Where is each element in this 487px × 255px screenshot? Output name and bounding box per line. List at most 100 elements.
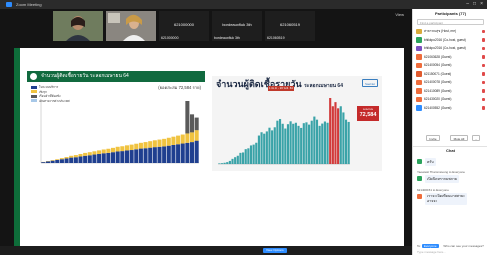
participant-row[interactable]: สาธารณสุข (Host, me)	[413, 27, 487, 36]
bar	[278, 119, 282, 164]
avatar	[416, 62, 422, 68]
bar	[190, 132, 195, 143]
participant-row[interactable]: 621150071 (Guest)	[413, 70, 487, 79]
bar	[239, 152, 242, 164]
chart2-plot	[218, 98, 350, 165]
bar	[228, 160, 231, 164]
bar	[321, 123, 324, 164]
invite-button[interactable]: Invite	[426, 135, 440, 141]
bar	[148, 147, 153, 163]
participant-row[interactable]: 621400054 (Guest)	[413, 61, 487, 70]
bar	[297, 125, 300, 164]
bar	[194, 117, 199, 131]
bar	[284, 128, 287, 164]
participant-name: 621430020 (Guest)	[424, 97, 452, 101]
bar	[87, 152, 92, 156]
bar	[69, 155, 74, 158]
participant-row[interactable]: 621410089 (Guest)	[413, 87, 487, 96]
more-options-button[interactable]: ...	[472, 135, 480, 141]
bar	[265, 131, 268, 164]
bar	[101, 153, 106, 163]
participants-title: Participants (77)	[434, 11, 467, 16]
avatar	[416, 96, 422, 102]
bar	[73, 155, 78, 158]
bar	[157, 146, 162, 163]
participants-panel: Participants (77) Find a participant สาธ…	[412, 9, 487, 255]
bar	[185, 101, 190, 134]
bar	[115, 151, 120, 163]
bar	[50, 160, 55, 163]
close-icon[interactable]: ×	[480, 0, 483, 9]
maximize-icon[interactable]: □	[473, 0, 476, 9]
participant-name: 621400078 (Guest)	[424, 80, 452, 84]
bar	[300, 127, 303, 164]
participant-name: bhikkpo2016 (Co-host, guest)	[424, 37, 466, 42]
chat-input[interactable]: Type message here...	[417, 250, 484, 255]
avatar	[416, 54, 422, 60]
person-video-image	[106, 11, 156, 41]
participant-row[interactable]: 621430020 (Guest)	[413, 95, 487, 104]
bar	[92, 151, 97, 155]
avatar	[416, 28, 422, 34]
bar	[292, 123, 295, 164]
bar	[120, 151, 125, 163]
bar	[268, 127, 271, 164]
bar	[97, 150, 102, 154]
view-options-button[interactable]: View Options	[263, 248, 287, 253]
participant-row[interactable]: 621063628 (Guest)	[413, 53, 487, 62]
video-tile-4[interactable]: bordeauxfluk 3th bordeauxfluk 3th	[212, 11, 262, 41]
bar	[83, 152, 88, 156]
video-tile-3[interactable]: 621000000 621000000	[159, 11, 209, 41]
participant-row[interactable]: bhikkpo2016 (Co-host, guest)	[413, 44, 487, 53]
chat-recipient-select[interactable]: Everyone	[421, 244, 439, 248]
bar	[194, 140, 199, 163]
participant-row[interactable]: 621400552 (Guest)	[413, 104, 487, 113]
bar	[111, 147, 116, 153]
video-tile-label: 621000000	[173, 22, 195, 27]
bar	[242, 152, 245, 164]
meeting-toolbar: View Options	[0, 246, 412, 255]
bar	[55, 159, 60, 160]
bar	[129, 150, 134, 163]
bar	[171, 136, 176, 145]
bar	[190, 142, 195, 163]
participant-name: bhikkpo2016 (Co-host, guest)	[424, 46, 466, 50]
chart-stacked-daily-cases: จำนวนผู้ติดเชื้อรายวัน ระลอกเมษายน 64 (ย…	[27, 71, 205, 171]
view-button[interactable]: View	[395, 12, 404, 17]
bar	[120, 146, 125, 152]
video-tile-2[interactable]	[106, 11, 156, 41]
minimize-icon[interactable]: –	[466, 0, 469, 9]
bar	[111, 152, 116, 163]
bar	[337, 108, 340, 164]
bar	[138, 142, 143, 149]
chart-daily-cases: จำนวนผู้ติดเชื้อรายวัน ระลอกเมษายน 64 1 …	[212, 76, 382, 171]
participant-list: สาธารณสุข (Host, me) bhikkpo2016 (Co-host…	[413, 27, 487, 112]
participant-name: สาธารณสุข (Host, me)	[424, 29, 457, 33]
muted-mic-icon	[482, 55, 485, 59]
bar	[64, 157, 69, 159]
bar	[143, 142, 148, 149]
title-bar: Zoom Meeting – □ ×	[0, 0, 487, 9]
bar	[263, 133, 266, 164]
bar	[190, 114, 195, 133]
video-tile-1[interactable]	[53, 11, 103, 41]
bar	[255, 142, 258, 164]
participant-search-input[interactable]: Find a participant	[417, 19, 484, 25]
bar	[180, 143, 185, 163]
zoom-window: Zoom Meeting – □ × 621000000 621000000 b…	[0, 0, 487, 255]
mute-all-button[interactable]: Mute All	[450, 135, 468, 141]
bar	[247, 148, 250, 164]
chart2-total-value: 72,584	[359, 111, 377, 118]
chat-title: Chat	[413, 146, 487, 154]
participant-row[interactable]: bhikkpo2016 (Co-host, guest)	[413, 36, 487, 45]
bar	[124, 150, 129, 163]
bar	[273, 127, 276, 164]
bar	[326, 122, 329, 164]
video-tile-5[interactable]: 621060519 621060519	[265, 11, 315, 41]
bar	[310, 120, 313, 164]
bar	[315, 119, 319, 164]
bar	[318, 125, 321, 164]
video-tile-name: 621060519	[267, 36, 285, 40]
participant-row[interactable]: 621400078 (Guest)	[413, 78, 487, 87]
bar	[106, 148, 111, 153]
